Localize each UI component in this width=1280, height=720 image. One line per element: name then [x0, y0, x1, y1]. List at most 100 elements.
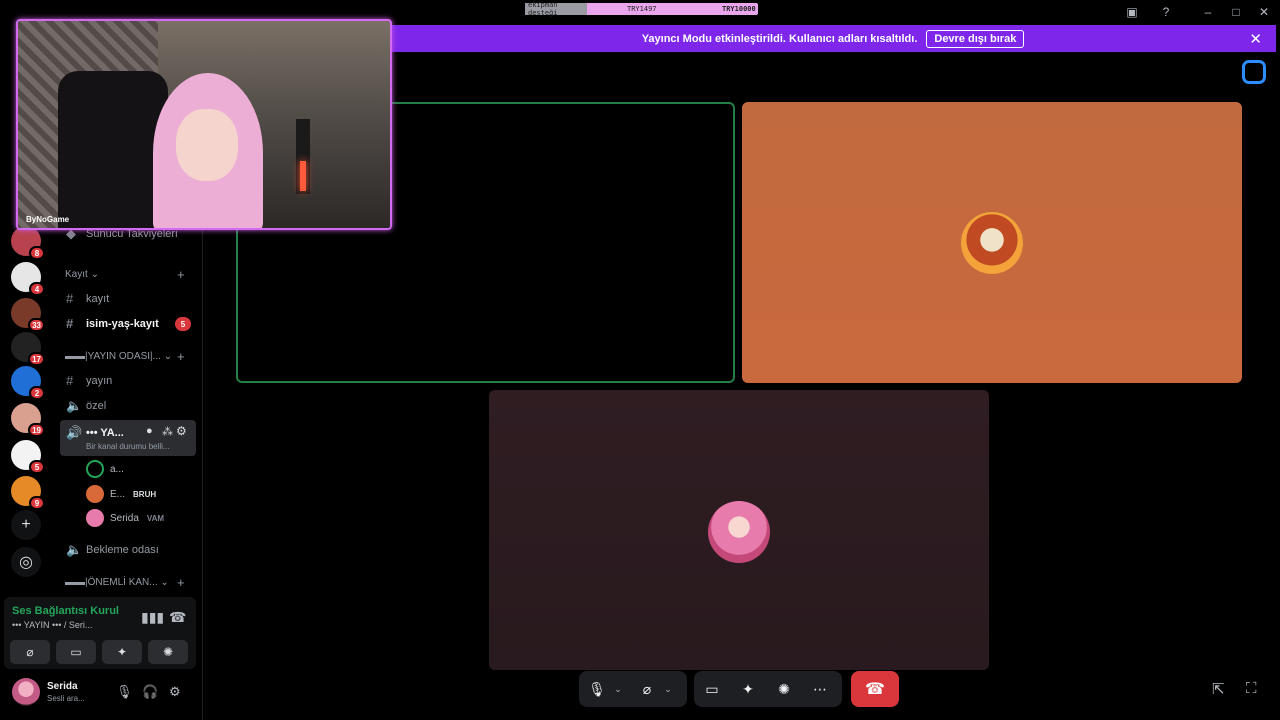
server-icon[interactable]: 17: [11, 332, 45, 366]
activities-button[interactable]: ✦: [102, 640, 142, 664]
add-channel-icon[interactable]: +: [177, 349, 185, 364]
category-label: ▬▬|ÖNEMLİ KAN...: [65, 577, 158, 588]
server-icon[interactable]: 9: [11, 476, 45, 510]
discover-icon[interactable]: ◎: [11, 547, 41, 577]
user-name[interactable]: Serida: [47, 681, 78, 692]
user-avatar[interactable]: [12, 678, 40, 706]
help-icon[interactable]: ?: [1155, 3, 1177, 21]
add-channel-icon[interactable]: +: [177, 575, 185, 590]
close-banner-icon[interactable]: ✕: [1249, 30, 1262, 48]
camera-off-button[interactable]: ⌀: [10, 640, 50, 664]
mic-light: [300, 161, 306, 191]
hangup-icon: ☎: [865, 681, 885, 698]
server-icon[interactable]: 2: [11, 366, 45, 400]
hash-icon: #: [66, 291, 74, 306]
add-channel-icon[interactable]: +: [177, 267, 185, 282]
invite-icon[interactable]: ⁂: [162, 425, 173, 438]
unread-badge: 8: [29, 246, 45, 260]
unread-badge: 19: [28, 423, 45, 437]
channel-isim-yas-kayit[interactable]: # isim-yaş-kayıt: [66, 316, 159, 331]
speaker-icon: 🔈: [66, 398, 83, 413]
active-voice-channel-label: 🔊 ••• YA...: [66, 425, 124, 441]
donation-progress: ekipman desteği: [525, 1, 587, 17]
server-icon[interactable]: 33: [11, 298, 45, 332]
gaming-chair: [58, 71, 168, 228]
soundboard-button[interactable]: ✺: [148, 640, 188, 664]
maximize-icon[interactable]: □: [1225, 3, 1247, 21]
speaker-icon: 🔊: [66, 425, 83, 440]
channel-yayin[interactable]: # yayın: [66, 373, 112, 388]
minimize-icon[interactable]: –: [1197, 3, 1219, 21]
voice-user-name: E...: [110, 488, 126, 500]
voice-connection-status[interactable]: Ses Bağlantısı Kurul: [12, 605, 119, 617]
add-server-icon[interactable]: +: [11, 510, 41, 540]
mention-badge: 5: [175, 317, 191, 331]
activities-icon[interactable]: ✦: [734, 675, 762, 703]
unread-badge: 4: [29, 282, 45, 296]
chevron-down-icon[interactable]: ⌄: [611, 675, 625, 703]
server-icon[interactable]: 19: [11, 403, 45, 437]
fullscreen-icon[interactable]: ⛶: [1246, 680, 1257, 697]
screen-share-icon[interactable]: ▭: [698, 675, 726, 703]
unread-badge: 5: [29, 460, 45, 474]
gear-icon[interactable]: ⚙: [169, 684, 181, 700]
streamer-mode-banner: Yayıncı Modu etkinleştirildi. Kullanıcı …: [390, 25, 1276, 52]
disconnect-icon[interactable]: ☎: [169, 609, 186, 626]
channel-kayit[interactable]: # kayıt: [66, 291, 109, 306]
donation-goal: TRY10000: [722, 5, 756, 13]
streamer-face: [176, 109, 238, 181]
inbox-icon[interactable]: ▣: [1121, 3, 1143, 21]
banner-message: Yayıncı Modu etkinleştirildi. Kullanıcı …: [641, 32, 918, 45]
server-icon[interactable]: 5: [11, 440, 45, 474]
gear-icon[interactable]: ⚙: [176, 424, 187, 438]
user-status: Sesli ara...: [47, 694, 85, 703]
webcam-logo: ByNoGame: [26, 215, 70, 224]
call-controls-right: ▭ ✦ ✺ ⋯: [694, 671, 842, 707]
channel-bekleme-odasi[interactable]: 🔈 Bekleme odası: [66, 542, 159, 558]
popout-icon[interactable]: ⇱: [1212, 680, 1225, 698]
avatar: [86, 460, 104, 478]
call-controls-left: 🎙 ⌄ ⌀ ⌄: [579, 671, 687, 707]
channel-status[interactable]: Bir kanal durumu belli...: [86, 442, 170, 451]
voice-user[interactable]: E... BRUH: [86, 485, 156, 503]
channel-label: isim-yaş-kayıt: [86, 317, 159, 330]
headphones-icon[interactable]: 🎧: [142, 684, 158, 700]
voice-user[interactable]: a...: [86, 460, 124, 478]
category-label: Kayıt: [65, 269, 88, 280]
donation-goal-bar: ekipman desteği TRY1497 TRY10000: [525, 1, 758, 17]
channel-label: özel: [86, 400, 107, 412]
microphone-icon[interactable]: 🎙: [116, 684, 133, 700]
channel-label: Bekleme odası: [86, 544, 159, 556]
voice-connection-channel[interactable]: ••• YAYIN ••• / Seri...: [12, 620, 92, 630]
webcam-overlay: ByNoGame: [16, 19, 392, 230]
server-icon[interactable]: 4: [11, 262, 45, 296]
microphone-icon[interactable]: 🎙: [583, 675, 611, 703]
soundboard-icon[interactable]: ✺: [770, 675, 798, 703]
camera-off-icon[interactable]: ⌀: [633, 675, 661, 703]
donation-current: TRY1497: [627, 5, 657, 13]
category-yayin-odasi[interactable]: ▬▬|YAYIN ODASI|... ⌄: [65, 351, 172, 362]
user-tag: VAM: [146, 513, 165, 523]
channel-label: kayıt: [86, 292, 110, 305]
unread-badge: 33: [28, 318, 45, 332]
more-icon[interactable]: ⋯: [806, 675, 834, 703]
category-onemli[interactable]: ▬▬|ÖNEMLİ KAN... ⌄: [65, 577, 169, 588]
category-kayit[interactable]: Kayıt ⌄: [65, 269, 99, 280]
disable-streamer-mode-button[interactable]: Devre dışı bırak: [926, 29, 1025, 48]
close-window-icon[interactable]: ✕: [1253, 3, 1275, 21]
chevron-down-icon[interactable]: ⌄: [661, 675, 675, 703]
participant-avatar: [708, 501, 770, 563]
noise-suppression-icon[interactable]: ▮▮▮: [141, 609, 164, 626]
channel-label: ••• YA...: [86, 427, 124, 439]
server-icon[interactable]: 8: [11, 226, 45, 260]
avatar: [86, 509, 104, 527]
hangup-button[interactable]: ☎: [851, 671, 899, 707]
chat-icon[interactable]: ●: [146, 425, 153, 437]
donation-label: ekipman desteği: [528, 1, 558, 17]
participant-avatar: [961, 212, 1023, 274]
avatar: [86, 485, 104, 503]
screen-share-button[interactable]: ▭: [56, 640, 96, 664]
voice-user[interactable]: Serida VAM: [86, 509, 164, 527]
user-tag: BRUH: [133, 489, 157, 499]
channel-ozel[interactable]: 🔈 özel: [66, 398, 106, 414]
